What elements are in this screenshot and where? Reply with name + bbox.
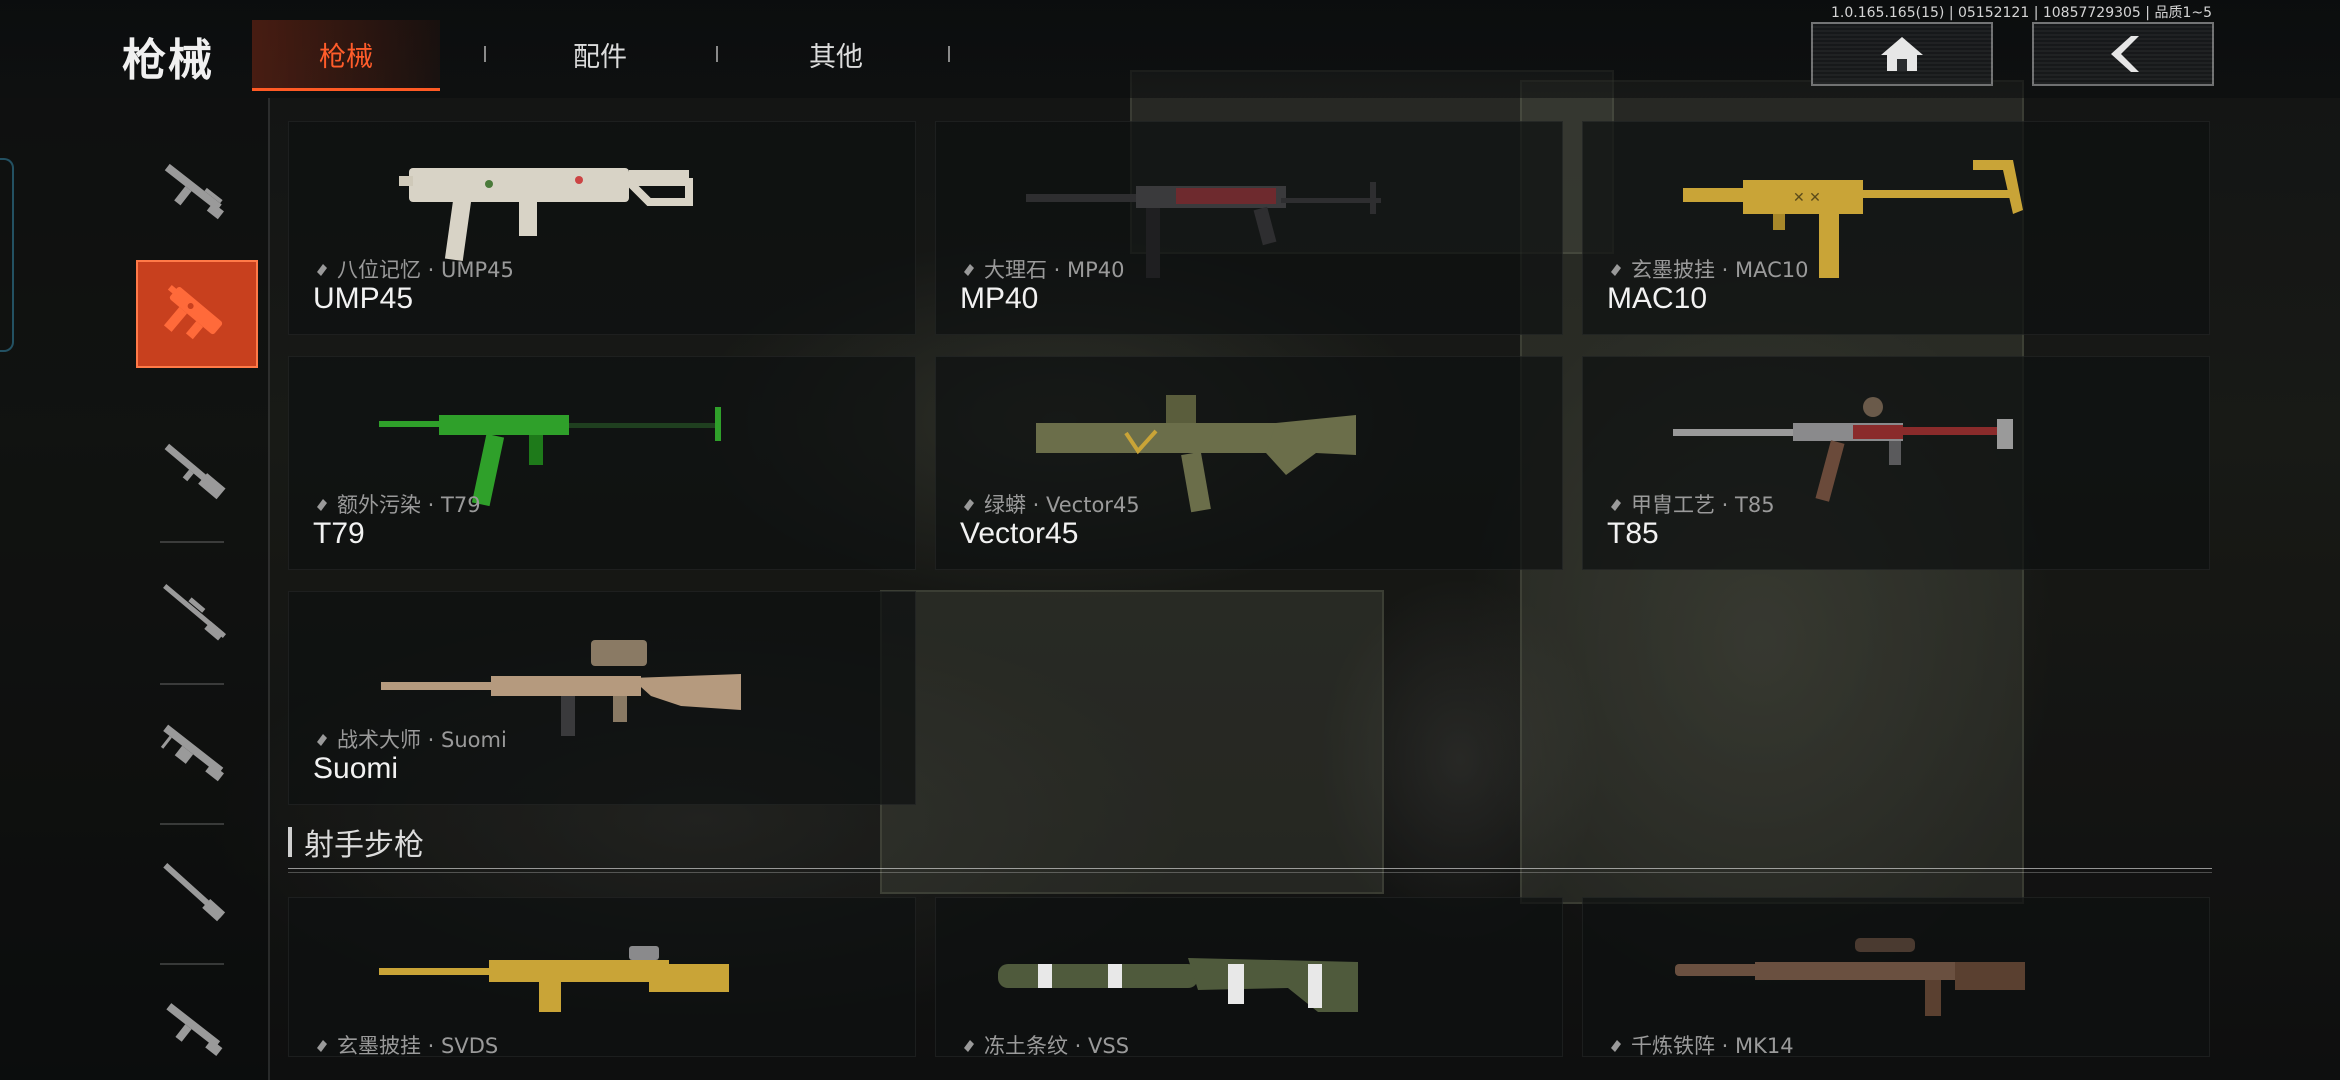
background-crate — [880, 590, 1384, 894]
marksman-rifle-icon — [163, 863, 226, 922]
light-machine-gun-icon — [160, 724, 224, 782]
section-title: 射手步枪 — [304, 828, 424, 863]
weapon-card-vss[interactable]: 冻土条纹 · VSS — [935, 897, 1563, 1057]
sidebar-item-assault-rifle[interactable] — [136, 138, 254, 242]
weapon-name: MP40 — [960, 282, 1039, 315]
spray-tag-icon — [317, 734, 327, 746]
tab-other[interactable]: 其他 — [742, 20, 930, 88]
weapon-card-mp40[interactable]: 大理石 · MP40 MP40 — [935, 121, 1563, 335]
spray-tag-icon — [964, 264, 974, 276]
weapon-name: Vector45 — [960, 517, 1079, 550]
weapon-name: UMP45 — [313, 282, 414, 315]
skin-label: 八位记忆 · UMP45 — [313, 254, 514, 284]
weapon-card-t79[interactable]: 额外污染 · T79 T79 — [288, 356, 916, 570]
sidebar-separator — [160, 823, 224, 825]
svg-text:✕ ✕: ✕ ✕ — [1793, 190, 1821, 206]
version-info: 1.0.165.165(15) | 05152121 | 10857729305… — [1831, 5, 2212, 21]
sidebar-separator — [160, 541, 224, 543]
sidebar-item-marksman-rifle[interactable] — [136, 840, 254, 944]
tab-attachments[interactable]: 配件 — [506, 20, 694, 88]
skin-label: 战术大师 · Suomi — [313, 724, 507, 754]
back-chevron-icon — [2111, 36, 2139, 72]
spray-tag-icon — [317, 264, 327, 276]
assault-rifle-icon — [164, 163, 224, 220]
spray-tag-icon — [317, 499, 327, 511]
weapon-card-mk14[interactable]: 千炼铁阵 · MK14 — [1582, 897, 2210, 1057]
spray-tag-icon — [317, 1040, 327, 1052]
weapon-card-t85[interactable]: 甲胄工艺 · T85 T85 — [1582, 356, 2210, 570]
spray-tag-icon — [964, 1040, 974, 1052]
sidebar-separator — [160, 963, 224, 965]
spray-tag-icon — [1611, 264, 1621, 276]
skin-label: 甲胄工艺 · T85 — [1607, 489, 1775, 519]
spray-tag-icon — [1611, 499, 1621, 511]
sidebar-item-smg[interactable] — [136, 260, 258, 368]
shotgun-icon — [164, 443, 226, 500]
skin-label: 大理石 · MP40 — [960, 254, 1125, 284]
home-button[interactable] — [1811, 22, 1993, 86]
tab-divider — [716, 46, 718, 62]
skin-label: 额外污染 · T79 — [313, 489, 481, 519]
weapon-card-suomi[interactable]: 战术大师 · Suomi Suomi — [288, 591, 916, 805]
tab-divider — [484, 46, 486, 62]
top-bar: 枪械 枪械 配件 其他 1.0.165.165(15) | 05152121 |… — [0, 0, 2340, 98]
spray-tag-icon — [964, 499, 974, 511]
sidebar-divider — [268, 98, 270, 1080]
home-icon — [1881, 37, 1923, 71]
page-title: 枪械 — [122, 35, 214, 86]
section-divider — [288, 868, 2212, 873]
weapon-name: MAC10 — [1607, 282, 1708, 315]
carbine-icon — [166, 1003, 223, 1057]
sidebar-item-carbine[interactable] — [136, 976, 254, 1080]
weapon-card-svds[interactable]: 玄墨披挂 · SVDS — [288, 897, 916, 1057]
spray-tag-icon — [1611, 1040, 1621, 1052]
weapon-name: T79 — [313, 517, 365, 550]
weapon-card-ump45[interactable]: 八位记忆 · UMP45 UMP45 — [288, 121, 916, 335]
skin-label: 千炼铁阵 · MK14 — [1607, 1030, 1794, 1056]
back-button[interactable] — [2032, 22, 2214, 86]
skin-label: 玄墨披挂 · MAC10 — [1607, 254, 1809, 284]
weapon-card-vector45[interactable]: 绿蟒 · Vector45 Vector45 — [935, 356, 1563, 570]
weapon-name: Suomi — [313, 752, 399, 785]
tab-divider — [948, 46, 950, 62]
skin-label: 玄墨披挂 · SVDS — [313, 1030, 498, 1056]
weapon-card-mac10[interactable]: ✕ ✕ 玄墨披挂 · MAC10 MAC10 — [1582, 121, 2210, 335]
sidebar-item-shotgun[interactable] — [136, 420, 254, 524]
smg-icon — [163, 284, 223, 340]
section-header-marksman: 射手步枪 — [288, 820, 424, 864]
weapon-name: T85 — [1607, 517, 1659, 550]
sidebar-pull-tab[interactable] — [0, 158, 14, 352]
sidebar-separator — [160, 683, 224, 685]
section-marker — [288, 827, 292, 857]
sidebar-item-light-machine-gun[interactable] — [136, 700, 254, 804]
sniper-rifle-icon — [163, 583, 227, 641]
skin-label: 冻土条纹 · VSS — [960, 1030, 1129, 1056]
skin-label: 绿蟒 · Vector45 — [960, 489, 1140, 519]
sidebar-item-sniper-rifle[interactable] — [136, 560, 254, 664]
tab-firearms[interactable]: 枪械 — [252, 20, 440, 91]
